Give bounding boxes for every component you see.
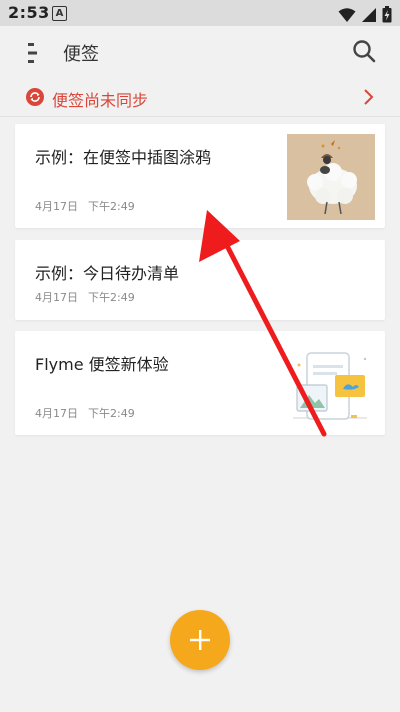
sync-status-text: 便签尚未同步 [52,91,149,110]
add-note-button[interactable] [170,610,230,670]
note-thumbnail-sheep-doodle [287,134,375,220]
note-card[interactable]: 示例：在便签中插图涂鸦 4月17日 下午2:49 [15,124,385,228]
note-card[interactable]: Flyme 便签新体验 4月17日 下午2:49 [15,331,385,435]
notification-icon: A [52,6,67,21]
sync-icon [26,88,44,106]
note-date: 4月17日 [35,200,78,213]
note-time: 下午2:49 [88,200,135,213]
note-title: 示例：今日待办清单 [35,264,180,283]
add-icon [190,630,210,650]
note-title: Flyme 便签新体验 [35,355,169,374]
search-icon[interactable] [352,39,376,63]
status-icons [338,4,392,23]
note-time: 下午2:49 [88,291,135,304]
note-date: 4月17日 [35,407,78,420]
app-bar: 便签 [0,26,400,78]
sync-banner[interactable]: 便签尚未同步 [0,80,400,117]
note-timestamp: 4月17日 下午2:49 [35,289,145,305]
status-bar: 2:53 A [0,0,400,26]
signal-icon [361,7,376,22]
note-timestamp: 4月17日 下午2:49 [35,405,145,421]
page-title: 便签 [63,44,99,65]
note-title: 示例：在便签中插图涂鸦 [35,148,212,167]
note-time: 下午2:49 [88,407,135,420]
note-timestamp: 4月17日 下午2:49 [35,198,145,214]
note-date: 4月17日 [35,291,78,304]
chevron-right-icon [364,89,374,105]
battery-icon [382,6,392,23]
status-time: 2:53 [8,3,50,22]
menu-icon[interactable] [28,43,38,63]
note-card[interactable]: 示例：今日待办清单 4月17日 下午2:49 [15,240,385,320]
note-thumbnail-phone-illustration [293,352,367,420]
wifi-icon [338,7,356,22]
